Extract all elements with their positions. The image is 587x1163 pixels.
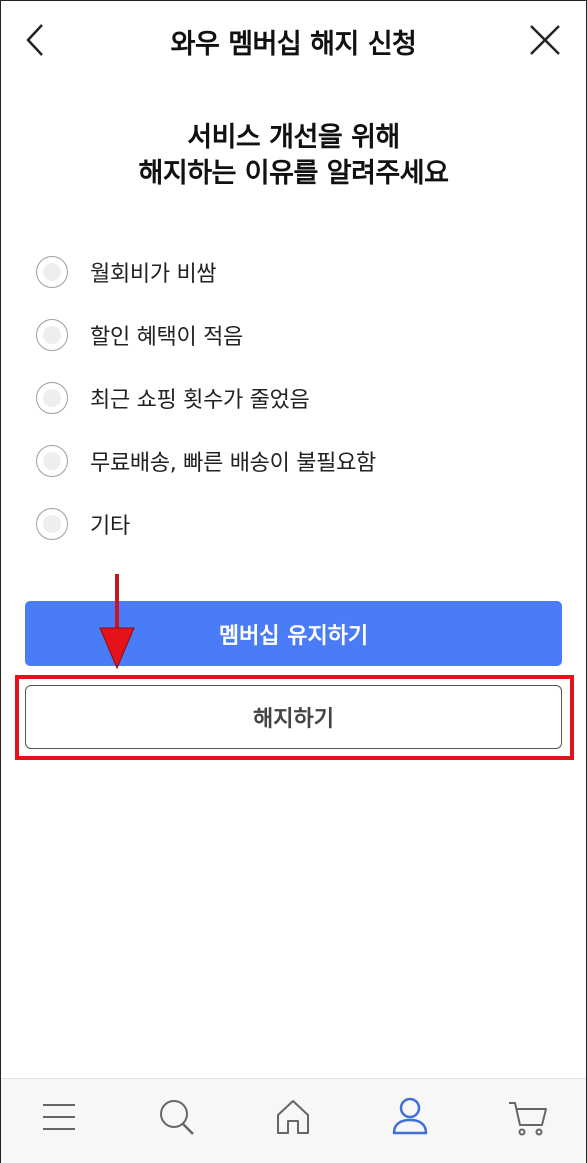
- radio-button[interactable]: [36, 444, 68, 477]
- radio-dot: [43, 325, 61, 344]
- reason-option[interactable]: 월회비가 비쌈: [36, 240, 556, 303]
- nav-home[interactable]: [269, 1093, 317, 1141]
- reason-list: 월회비가 비쌈 할인 혜택이 적음 최근 쇼핑 횟수가 줄었음 무료배송, 빠른…: [36, 240, 556, 555]
- radio-button[interactable]: [36, 507, 68, 540]
- home-icon: [277, 1100, 309, 1134]
- reason-label: 할인 혜택이 적음: [90, 324, 243, 350]
- cart-icon: [509, 1102, 547, 1136]
- radio-dot: [43, 262, 61, 281]
- reason-label: 기타: [90, 513, 130, 539]
- search-icon: [160, 1100, 194, 1135]
- radio-button[interactable]: [36, 318, 68, 351]
- nav-menu[interactable]: [35, 1093, 83, 1141]
- radio-dot: [43, 514, 61, 533]
- close-icon: [530, 25, 560, 55]
- menu-icon: [43, 1104, 75, 1130]
- nav-my-page[interactable]: [386, 1093, 434, 1141]
- headline-line-2: 해지하는 이유를 알려주세요: [138, 158, 449, 189]
- header: 와우 멤버십 해지 신청: [0, 0, 587, 80]
- nav-search[interactable]: [153, 1093, 201, 1141]
- reason-option[interactable]: 할인 혜택이 적음: [36, 303, 556, 366]
- page-title: 와우 멤버십 해지 신청: [170, 29, 417, 60]
- radio-button[interactable]: [36, 381, 68, 414]
- close-button[interactable]: [525, 20, 565, 60]
- radio-button[interactable]: [36, 255, 68, 288]
- reason-option[interactable]: 무료배송, 빠른 배송이 불필요함: [36, 429, 556, 492]
- headline: 서비스 개선을 위해 해지하는 이유를 알려주세요: [0, 120, 587, 192]
- headline-line-1: 서비스 개선을 위해: [187, 122, 400, 153]
- reason-option[interactable]: 최근 쇼핑 횟수가 줄었음: [36, 366, 556, 429]
- arrow-down-icon: [99, 574, 135, 670]
- bottom-nav: [1, 1078, 586, 1163]
- reason-label: 무료배송, 빠른 배송이 불필요함: [90, 450, 376, 476]
- nav-cart[interactable]: [504, 1093, 552, 1141]
- reason-option[interactable]: 기타: [36, 492, 556, 555]
- reason-label: 최근 쇼핑 횟수가 줄었음: [90, 387, 310, 413]
- profile-icon: [392, 1097, 428, 1135]
- radio-dot: [43, 451, 61, 470]
- reason-label: 월회비가 비쌈: [90, 261, 217, 287]
- radio-dot: [43, 388, 61, 407]
- cancel-membership-button[interactable]: 해지하기: [25, 685, 562, 749]
